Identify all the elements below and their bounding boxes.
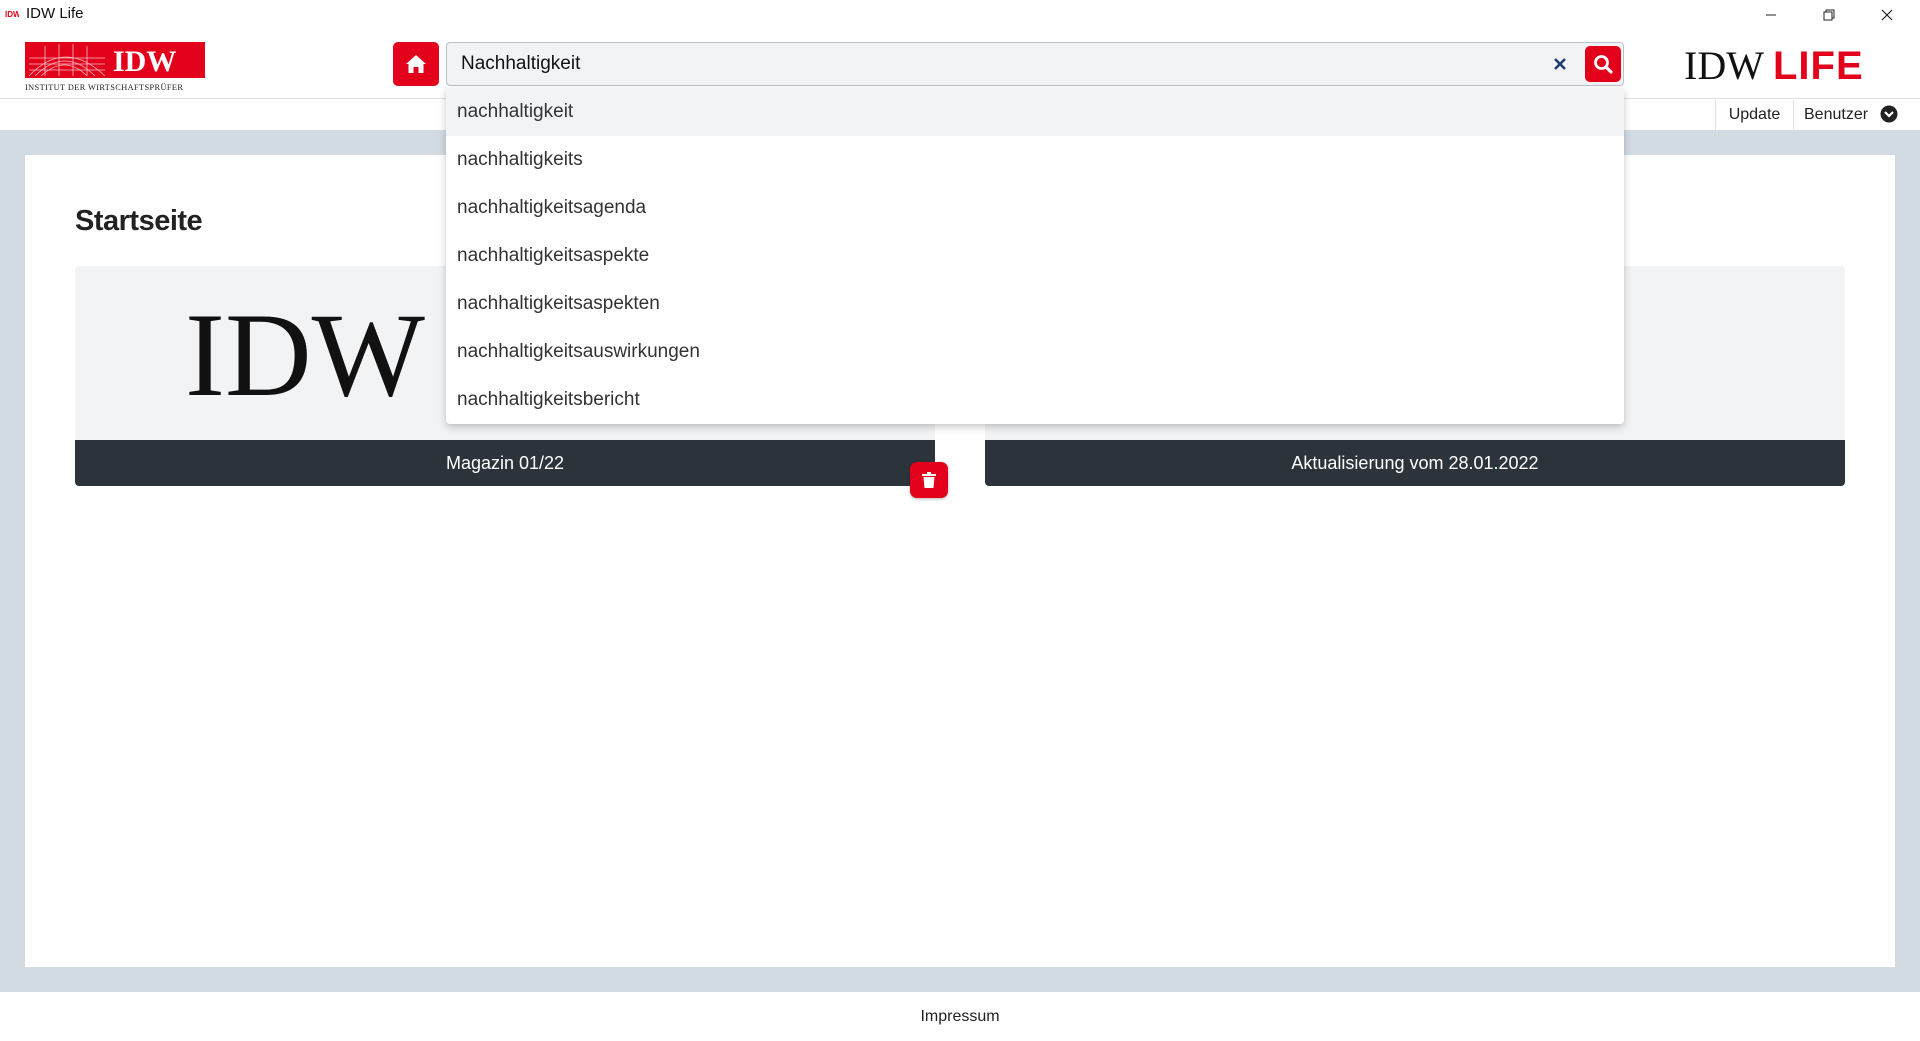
- restore-icon: [1823, 9, 1835, 20]
- window-title: IDW Life: [26, 5, 84, 22]
- idw-logo-text: IDW: [113, 45, 176, 78]
- suggestion-item[interactable]: nachhaltigkeits: [446, 136, 1624, 184]
- suggestion-item[interactable]: nachhaltigkeitsaspekten: [446, 280, 1624, 328]
- window-titlebar: IDW IDW Life: [0, 0, 1920, 29]
- impressum-link[interactable]: Impressum: [920, 1008, 999, 1026]
- close-icon: [1554, 58, 1566, 70]
- card-caption: Magazin 01/22: [75, 440, 935, 486]
- suggestion-item[interactable]: nachhaltigkeitsaspekte: [446, 232, 1624, 280]
- footer: Impressum: [0, 992, 1920, 1041]
- search-input[interactable]: [448, 44, 1528, 84]
- delete-button[interactable]: [910, 462, 948, 498]
- suggestion-item[interactable]: nachhaltigkeitsauswirkungen: [446, 328, 1624, 376]
- clear-search-button[interactable]: [1547, 51, 1573, 77]
- search-box: [446, 42, 1624, 86]
- svg-text:IDW: IDW: [5, 10, 19, 19]
- trash-icon: [922, 472, 936, 488]
- card-thumbnail: IDW: [185, 288, 425, 421]
- idw-logo-subtitle: INSTITUT DER WIRTSCHAFTSPRÜFER: [25, 83, 183, 92]
- idw-logo[interactable]: IDW INSTITUT DER WIRTSCHAFTSPRÜFER: [25, 42, 205, 92]
- app-icon: IDW: [5, 8, 19, 20]
- suggestion-item[interactable]: nachhaltigkeitsbericht: [446, 376, 1624, 424]
- home-icon: [406, 55, 426, 73]
- close-window-button[interactable]: [1858, 0, 1916, 29]
- idw-life-logo: IDW LIFE: [1684, 43, 1864, 87]
- search-button[interactable]: [1585, 46, 1621, 82]
- home-button[interactable]: [393, 42, 439, 86]
- minimize-button[interactable]: [1742, 0, 1800, 29]
- close-icon: [1881, 9, 1893, 20]
- minimize-icon: [1766, 14, 1776, 15]
- page-title: Startseite: [75, 205, 203, 237]
- user-menu-label: Benutzer: [1804, 106, 1869, 123]
- user-menu-button[interactable]: Benutzer: [1793, 100, 1903, 130]
- maximize-button[interactable]: [1800, 0, 1858, 29]
- search-icon: [1594, 55, 1613, 74]
- suggestion-item[interactable]: nachhaltigkeit: [446, 88, 1624, 136]
- update-button[interactable]: Update: [1715, 100, 1793, 130]
- autocomplete-dropdown: nachhaltigkeit nachhaltigkeits nachhalti…: [446, 88, 1624, 424]
- suggestion-item[interactable]: nachhaltigkeitsagenda: [446, 184, 1624, 232]
- life-logo-life: LIFE: [1773, 44, 1864, 87]
- chevron-down-icon: [1880, 105, 1898, 123]
- life-logo-idw: IDW: [1684, 43, 1764, 87]
- card-caption: Aktualisierung vom 28.01.2022: [985, 440, 1845, 486]
